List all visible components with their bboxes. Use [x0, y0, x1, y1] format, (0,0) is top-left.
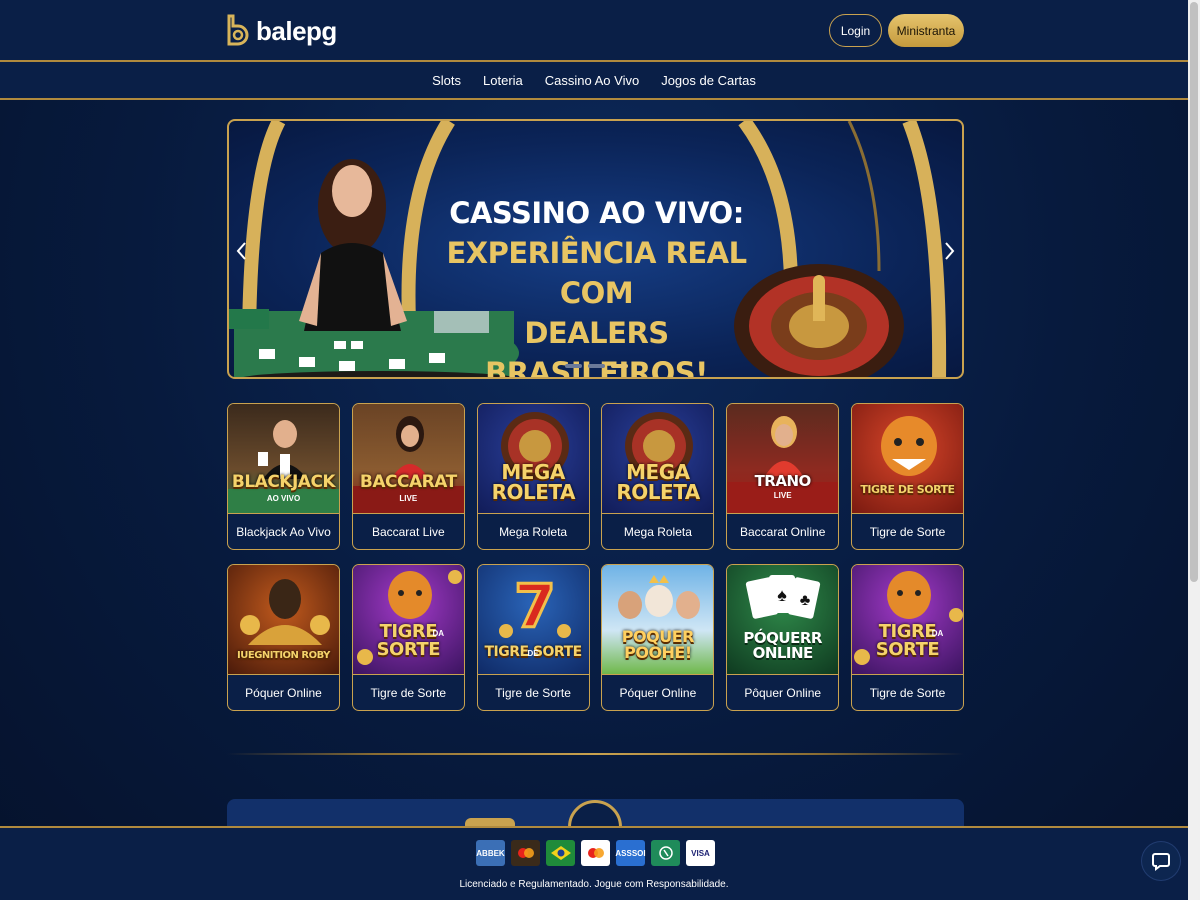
game-art-title: BLACKJACK: [231, 472, 336, 492]
carousel-dot-2[interactable]: [588, 364, 605, 368]
scrollbar-thumb[interactable]: [1190, 2, 1198, 582]
svg-text:♣: ♣: [800, 592, 811, 609]
hero-banner[interactable]: CASSINO AO VIVO: EXPERIÊNCIA REAL COM DE…: [227, 119, 964, 379]
chat-icon[interactable]: [1142, 842, 1180, 880]
payment-mastercard-dark-icon: [511, 840, 540, 866]
game-thumbnail: BACCARAT LIVE: [352, 404, 464, 513]
brand-name: balepg: [256, 15, 337, 46]
game-thumbnail: TIGRE SORTE DA: [851, 565, 963, 674]
game-label: Pôquer Online: [727, 674, 839, 710]
game-card[interactable]: MEGA ROLETA Mega Roleta: [476, 403, 590, 550]
game-art-subtitle: AO VIVO: [266, 494, 301, 503]
payment-name: VISA: [691, 848, 710, 858]
game-card[interactable]: BLACKJACK AO VIVO Blackjack Ao Vivo: [227, 403, 340, 550]
game-card[interactable]: 7 TIGRE SORTE DE Tigre de Sorte: [476, 564, 590, 711]
game-art-subtitle: LIVE: [773, 491, 792, 500]
game-thumbnail: TIGRE SORTE DA: [352, 565, 464, 674]
payment-name: ABBEK: [476, 848, 505, 858]
game-label: Baccarat Online: [727, 513, 839, 549]
game-label: Blackjack Ao Vivo: [228, 513, 339, 549]
game-art-title: MEGA ROLETA: [616, 460, 700, 504]
top-bar: balepg Login Ministranta: [0, 0, 1188, 62]
chevron-left-icon[interactable]: [235, 239, 249, 263]
game-label: Mega Roleta: [602, 513, 714, 549]
game-art-subtitle: DE: [527, 649, 539, 658]
game-label: Tigre de Sorte: [851, 674, 963, 710]
game-thumbnail: MEGA ROLETA: [602, 404, 714, 513]
game-card[interactable]: TRANO LIVE Baccarat Online: [726, 403, 840, 550]
game-label: Póquer Online: [228, 674, 339, 710]
game-art-title: BACCARAT: [359, 472, 457, 492]
banner-line-2: EXPERIÊNCIA REAL COM: [446, 236, 747, 310]
logo-b-icon: [226, 14, 250, 48]
payment-name: ASSSOI: [615, 848, 646, 858]
game-thumbnail: MEGA ROLETA: [477, 404, 589, 513]
footer-disclaimer: Licenciado e Regulamentado. Jogue com Re…: [459, 879, 729, 890]
game-art-title: MEGA ROLETA: [491, 460, 576, 504]
game-art-title: TRANO: [754, 472, 812, 490]
banner-line-1: CASSINO AO VIVO:: [449, 196, 744, 230]
main-nav: Slots Loteria Cassino Ao Vivo Jogos de C…: [0, 62, 1188, 100]
game-card[interactable]: MEGA ROLETA Mega Roleta: [601, 403, 715, 550]
nav-item-jogos-de-cartas[interactable]: Jogos de Cartas: [661, 73, 756, 88]
games-grid: BLACKJACK AO VIVO Blackjack Ao Vivo BACC…: [227, 403, 964, 711]
game-label: Mega Roleta: [477, 513, 589, 549]
payment-pix-icon: [651, 840, 680, 866]
login-button[interactable]: Login: [829, 14, 882, 47]
brand-logo[interactable]: balepg: [226, 14, 337, 48]
game-label: Tigre de Sorte: [477, 674, 589, 710]
game-label: Tigre de Sorte: [352, 674, 464, 710]
scrollbar[interactable]: [1188, 0, 1200, 900]
game-thumbnail: TRANO LIVE: [727, 404, 839, 513]
game-card[interactable]: POQUER POOHE! Póquer Online: [601, 564, 715, 711]
carousel-dot-1[interactable]: [565, 364, 582, 368]
game-card[interactable]: BACCARAT LIVE Baccarat Live: [351, 403, 465, 550]
game-thumbnail: TIGRE DE SORTE: [851, 404, 963, 513]
game-card[interactable]: TIGRE DE SORTE Tigre de Sorte: [850, 403, 964, 550]
svg-text:♠: ♠: [777, 585, 787, 605]
game-art-subtitle: LIVE: [399, 494, 418, 503]
payment-visa-icon: VISA: [686, 840, 715, 866]
game-label: Baccarat Live: [352, 513, 464, 549]
svg-text:7: 7: [514, 572, 556, 642]
payment-brazil-flag-icon: [546, 840, 575, 866]
game-label: Póquer Online: [602, 674, 714, 710]
game-label: Tigre de Sorte: [851, 513, 963, 549]
game-art-title: IUEGNITION ROBY: [237, 650, 330, 661]
section-divider: [227, 753, 964, 755]
nav-item-slots[interactable]: Slots: [432, 73, 461, 88]
register-button[interactable]: Ministranta: [888, 14, 964, 47]
nav-item-loteria[interactable]: Loteria: [483, 73, 523, 88]
game-art-title: POQUER POOHE!: [621, 627, 695, 662]
payment-abbek-icon: ABBEK: [476, 840, 505, 866]
game-art-subtitle: DA: [931, 629, 944, 638]
banner-line-3: DEALERS BRASILEIROS!: [485, 316, 708, 377]
game-thumbnail: IUEGNITION ROBY: [228, 565, 339, 674]
payment-methods: ABBEK ASSSOI VISA: [476, 840, 715, 866]
payment-assoi-icon: ASSSOI: [615, 840, 646, 866]
game-thumbnail: ♠ ♣ PÓQUERR ONLINE: [727, 565, 839, 674]
game-art-subtitle: DA: [432, 629, 445, 638]
game-art-title: TIGRE DE SORTE: [860, 483, 955, 496]
chevron-right-icon[interactable]: [942, 239, 956, 263]
banner-headline: CASSINO AO VIVO: EXPERIÊNCIA REAL COM DE…: [429, 193, 764, 377]
game-card[interactable]: ♠ ♣ PÓQUERR ONLINE Pôquer Online: [726, 564, 840, 711]
game-card[interactable]: TIGRE SORTE DA Tigre de Sorte: [850, 564, 964, 711]
game-thumbnail: POQUER POOHE!: [602, 565, 714, 674]
payment-mastercard-icon: [581, 840, 610, 866]
carousel-dot-3[interactable]: [611, 364, 628, 368]
footer: ABBEK ASSSOI VISA Licenciado e Regulamen…: [0, 826, 1188, 900]
game-art-title: PÓQUERR ONLINE: [743, 629, 822, 662]
game-thumbnail: BLACKJACK AO VIVO: [228, 404, 339, 513]
game-card[interactable]: TIGRE SORTE DA Tigre de Sorte: [351, 564, 465, 711]
carousel-dots: [565, 364, 628, 368]
nav-item-cassino-ao-vivo[interactable]: Cassino Ao Vivo: [545, 73, 639, 88]
game-thumbnail: 7 TIGRE SORTE DE: [477, 565, 589, 674]
game-card[interactable]: IUEGNITION ROBY Póquer Online: [227, 564, 340, 711]
